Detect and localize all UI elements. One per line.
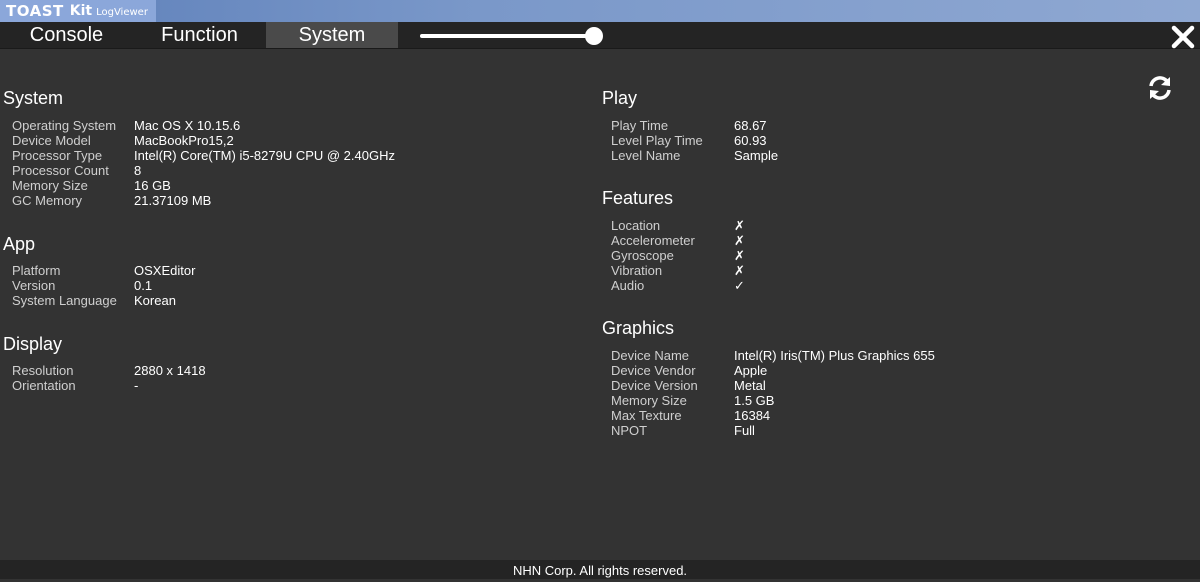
app-logo: TOAST Kit LogViewer: [0, 0, 156, 22]
row-label: System Language: [12, 293, 117, 308]
row-label: Device Model: [12, 133, 91, 148]
logo-kit: Kit: [69, 3, 93, 19]
refresh-icon: [1149, 76, 1171, 100]
row-value: Metal: [734, 378, 766, 393]
row-value: 60.93: [734, 133, 767, 148]
section-title-features: Features: [602, 188, 674, 208]
row-value: OSXEditor: [134, 263, 196, 278]
row-label: Memory Size: [611, 393, 687, 408]
row-value: 8: [134, 163, 142, 178]
row-label: Max Texture: [611, 408, 682, 423]
tab-system[interactable]: System: [266, 22, 398, 48]
section-title-play: Play: [602, 88, 638, 108]
row-value: 16384: [734, 408, 771, 423]
row-value: Full: [734, 423, 755, 438]
row-value: Mac OS X 10.15.6: [134, 118, 241, 133]
check-icon: ✓: [734, 278, 745, 293]
cross-icon: ✗: [734, 263, 745, 278]
footer-copyright: NHN Corp. All rights reserved.: [0, 560, 1200, 579]
row-label: NPOT: [611, 423, 648, 438]
refresh-button[interactable]: [1146, 74, 1174, 102]
section-title-system: System: [3, 88, 64, 108]
row-label: Location: [611, 218, 661, 233]
row-label: Level Play Time: [611, 133, 703, 148]
row-label: Device Vendor: [611, 363, 696, 378]
row-value: 68.67: [734, 118, 767, 133]
row-label: Version: [12, 278, 56, 293]
row-label: Accelerometer: [611, 233, 695, 248]
row-label: Device Name: [611, 348, 690, 363]
row-label: Orientation: [12, 378, 76, 393]
row-label: Processor Type: [12, 148, 103, 163]
row-value: Intel(R) Iris(TM) Plus Graphics 655: [734, 348, 935, 363]
row-label: Processor Count: [12, 163, 109, 178]
cross-icon: ✗: [734, 218, 745, 233]
close-icon: [1171, 25, 1195, 49]
row-label: Operating System: [12, 118, 117, 133]
logo-logviewer: LogViewer: [96, 7, 148, 18]
cross-icon: ✗: [734, 248, 745, 263]
row-label: Level Name: [611, 148, 681, 163]
row-value: 21.37109 MB: [134, 193, 212, 208]
row-label: Gyroscope: [611, 248, 674, 263]
row-value: Intel(R) Core(TM) i5-8279U CPU @ 2.40GHz: [134, 148, 395, 163]
row-value: 1.5 GB: [734, 393, 775, 408]
row-value: 2880 x 1418: [134, 363, 206, 378]
cross-icon: ✗: [734, 233, 745, 248]
zoom-slider-handle[interactable]: [585, 27, 603, 45]
zoom-slider-track[interactable]: [420, 34, 598, 38]
row-value: 16 GB: [134, 178, 171, 193]
logo-toast: TOAST: [6, 2, 64, 20]
section-title-app: App: [3, 234, 36, 254]
window-title-strip: [0, 0, 1200, 22]
tab-console[interactable]: Console: [0, 22, 133, 48]
section-title-graphics: Graphics: [602, 318, 675, 338]
row-value: MacBookPro15,2: [134, 133, 234, 148]
row-value: Korean: [134, 293, 176, 308]
row-label: GC Memory: [12, 193, 83, 208]
row-value: Sample: [734, 148, 779, 163]
close-button[interactable]: [1170, 24, 1196, 50]
row-label: Play Time: [611, 118, 669, 133]
row-label: Resolution: [12, 363, 74, 378]
row-value: -: [134, 378, 139, 393]
row-label: Audio: [611, 278, 645, 293]
section-title-display: Display: [3, 334, 63, 354]
row-label: Memory Size: [12, 178, 88, 193]
row-value: 0.1: [134, 278, 153, 293]
row-label: Device Version: [611, 378, 698, 393]
row-label: Platform: [12, 263, 61, 278]
tab-function[interactable]: Function: [133, 22, 266, 48]
row-label: Vibration: [611, 263, 663, 278]
row-value: Apple: [734, 363, 768, 378]
